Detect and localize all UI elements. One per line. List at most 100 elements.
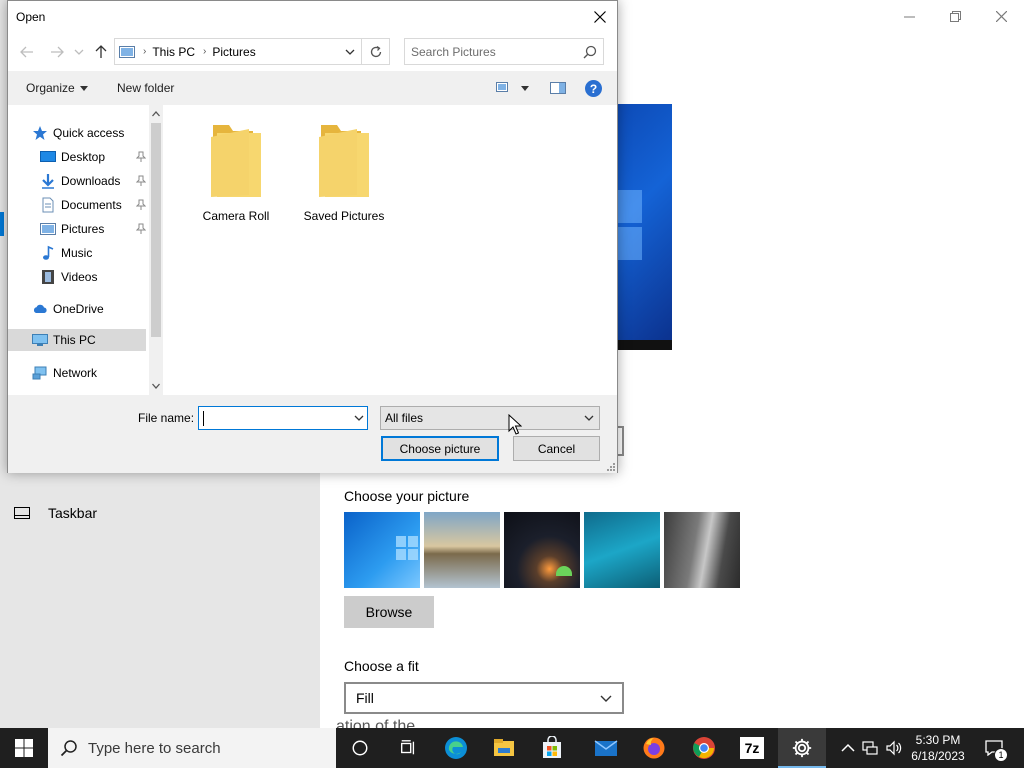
dialog-footer: File name: All files Choose picture Canc… (8, 395, 617, 473)
back-button[interactable] (18, 43, 36, 61)
browse-button[interactable]: Browse (344, 596, 434, 628)
star-icon (32, 125, 48, 141)
nav-item-taskbar[interactable]: Taskbar (14, 505, 97, 521)
firefox-icon (642, 736, 666, 760)
system-clock[interactable]: 5:30 PM 6/18/2023 (906, 732, 970, 764)
preview-pane-icon (550, 82, 566, 94)
chrome-icon (692, 736, 716, 760)
organize-button[interactable]: Organize (26, 81, 88, 95)
thumbnail-underwater[interactable] (584, 512, 660, 588)
show-hidden-icons-icon[interactable] (840, 740, 856, 756)
breadcrumb-separator: › (143, 46, 147, 57)
dialog-titlebar[interactable]: Open (8, 1, 617, 33)
nav-scrollbar[interactable] (149, 105, 163, 395)
nav-selection-indicator (0, 212, 4, 236)
pin-icon (136, 223, 146, 234)
nav-label: Quick access (53, 126, 125, 140)
minimize-button[interactable] (886, 4, 932, 28)
mail-app[interactable] (582, 728, 630, 768)
thumbnail-beach[interactable] (424, 512, 500, 588)
action-center-button[interactable]: 1 (978, 728, 1010, 768)
recent-locations-button[interactable] (70, 43, 88, 61)
nav-label: Network (53, 366, 98, 380)
cloud-icon (32, 301, 48, 317)
open-dialog: Open › This PC › Pictures Search Picture… (7, 0, 618, 473)
scroll-up-button[interactable] (149, 107, 163, 121)
cortana-icon (348, 736, 372, 760)
restore-button[interactable] (932, 4, 978, 28)
cortana-button[interactable] (336, 728, 384, 768)
file-name-field[interactable] (198, 406, 368, 430)
search-box[interactable] (404, 38, 604, 65)
nav-item-this-pc[interactable]: This PC (8, 329, 146, 351)
network-status-icon[interactable] (862, 740, 878, 756)
volume-icon[interactable] (886, 740, 902, 756)
scroll-down-button[interactable] (149, 379, 163, 393)
close-window-button[interactable] (978, 4, 1024, 28)
fit-value: Fill (356, 690, 374, 706)
fit-dropdown[interactable]: Fill (344, 682, 624, 714)
chevron-down-icon[interactable] (354, 413, 364, 423)
nav-item-label: Taskbar (48, 505, 98, 521)
music-note-icon (40, 245, 56, 261)
resize-grip-icon[interactable] (607, 463, 615, 471)
pictures-icon (40, 221, 56, 237)
tent-shape (556, 566, 572, 576)
7zip-app[interactable]: 7z (728, 728, 776, 768)
breadcrumb-pictures[interactable]: Pictures (212, 45, 255, 59)
folder-item[interactable]: Camera Roll (188, 119, 284, 229)
organize-label: Organize (26, 81, 75, 95)
task-view-icon (396, 736, 420, 760)
edge-app[interactable] (432, 728, 480, 768)
choose-fit-heading: Choose a fit (344, 658, 419, 674)
firefox-app[interactable] (630, 728, 678, 768)
chevron-down-icon[interactable] (343, 45, 357, 59)
settings-app[interactable] (778, 728, 826, 768)
chrome-app[interactable] (680, 728, 728, 768)
thumbnail-waterfall[interactable] (664, 512, 740, 588)
notification-count-badge: 1 (994, 748, 1008, 762)
windows-logo-icon (15, 739, 33, 757)
file-type-dropdown[interactable]: All files (380, 406, 600, 430)
address-bar[interactable]: › This PC › Pictures (114, 38, 390, 65)
view-options-dropdown[interactable] (520, 81, 530, 95)
breadcrumb-this-pc[interactable]: This PC (152, 45, 195, 59)
folder-item[interactable]: Saved Pictures (296, 119, 392, 229)
text-cursor (203, 411, 204, 426)
file-name-input[interactable] (202, 411, 342, 427)
breadcrumb-separator: › (203, 46, 207, 57)
task-view-button[interactable] (384, 728, 432, 768)
taskbar-search-placeholder: Type here to search (88, 739, 221, 757)
nav-label: Documents (61, 198, 122, 212)
nav-item-downloads[interactable]: Downloads (40, 170, 146, 192)
nav-item-pictures[interactable]: Pictures (40, 218, 146, 240)
forward-button[interactable] (48, 43, 66, 61)
choose-picture-button[interactable]: Choose picture (381, 436, 499, 461)
cancel-button[interactable]: Cancel (513, 436, 600, 461)
chevron-down-icon (584, 415, 594, 421)
start-button[interactable] (0, 728, 48, 768)
scroll-thumb[interactable] (151, 123, 161, 337)
file-explorer-app[interactable] (480, 728, 528, 768)
new-folder-button[interactable]: New folder (117, 81, 174, 95)
view-options-button[interactable] (496, 81, 512, 95)
dialog-close-button[interactable] (583, 1, 617, 33)
folder-name: Saved Pictures (303, 209, 385, 223)
network-icon (32, 365, 48, 381)
windows-taskbar: Type here to search 7z 5:30 PM 6/18/2023… (0, 728, 1024, 768)
thumbnail-night-sky[interactable] (504, 512, 580, 588)
preview-pane-button[interactable] (550, 81, 566, 95)
store-app[interactable] (528, 728, 576, 768)
chevron-up-icon (152, 111, 160, 117)
nav-item-desktop[interactable]: Desktop (40, 146, 146, 168)
chevron-down-icon (600, 695, 612, 702)
thumbnail-windows-blue[interactable] (344, 512, 420, 588)
7zip-icon: 7z (740, 737, 764, 759)
up-button[interactable] (92, 43, 110, 61)
search-input[interactable] (411, 44, 571, 60)
nav-item-documents[interactable]: Documents (40, 194, 146, 216)
taskbar-search-box[interactable]: Type here to search (48, 728, 336, 768)
view-icon (496, 82, 508, 92)
refresh-button[interactable] (361, 39, 389, 64)
help-button[interactable]: ? (585, 80, 602, 97)
